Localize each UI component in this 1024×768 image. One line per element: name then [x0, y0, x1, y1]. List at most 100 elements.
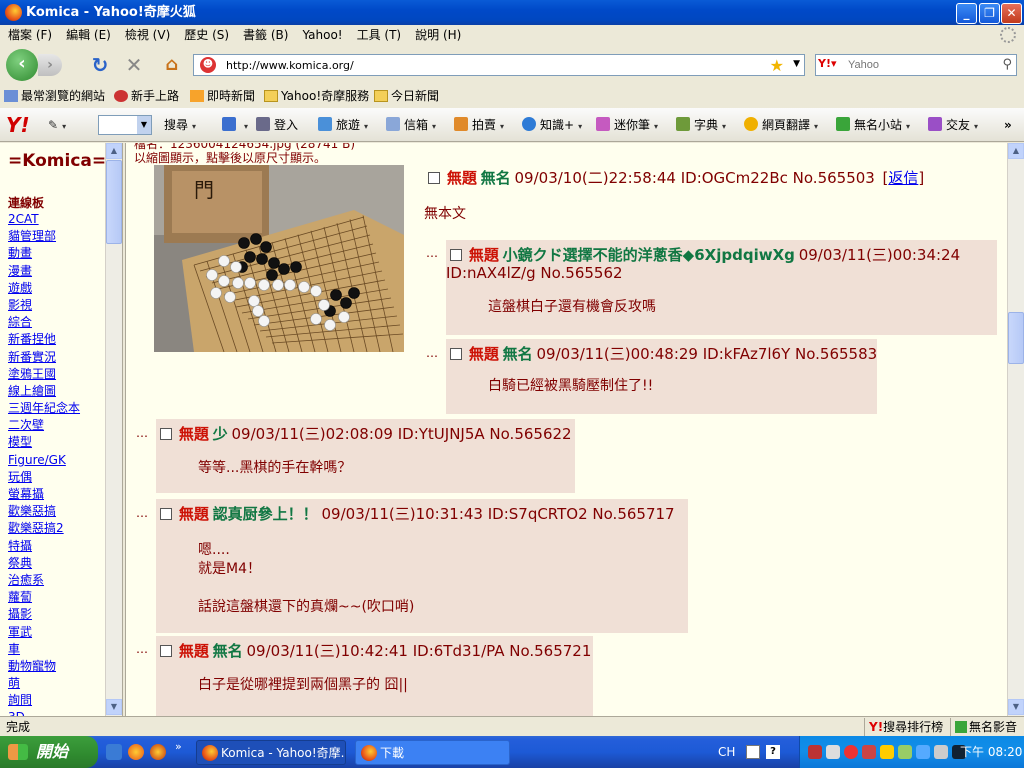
maximize-button[interactable]: ❐: [979, 3, 1000, 24]
delete-checkbox[interactable]: [160, 428, 172, 440]
board-link[interactable]: 二次壁: [8, 418, 44, 432]
left-scrollbar[interactable]: ▲ ▼: [105, 143, 122, 716]
board-link[interactable]: 祭典: [8, 556, 32, 570]
board-link[interactable]: 新番捏他: [8, 332, 56, 346]
yahoo-logo[interactable]: Y!: [6, 108, 30, 142]
search-icon[interactable]: ⚲: [1002, 57, 1012, 72]
board-link[interactable]: 玩偶: [8, 470, 32, 484]
ytb-mail[interactable]: 信箱 ▾: [386, 108, 436, 144]
ime-icon[interactable]: [746, 745, 760, 759]
board-link[interactable]: 綜合: [8, 315, 32, 329]
board-link[interactable]: 蘿蔔: [8, 590, 32, 604]
status-wretch-video[interactable]: 無名影音: [950, 718, 1017, 736]
board-link[interactable]: 2CAT: [8, 212, 39, 226]
tray-app-icon[interactable]: [898, 745, 912, 759]
main-scrollbar[interactable]: ▲ ▼: [1007, 143, 1024, 716]
bookmark-getting-started[interactable]: 新手上路: [114, 85, 179, 107]
task-downloads-window[interactable]: 下載: [355, 740, 510, 765]
menu-edit[interactable]: 編輯 (E): [66, 28, 111, 42]
quicklaunch-more-icon[interactable]: »: [175, 740, 182, 753]
start-button[interactable]: 開始: [0, 736, 98, 768]
browser-quicklaunch-icon[interactable]: [150, 744, 166, 760]
bookmark-latest-news[interactable]: 即時新聞: [190, 85, 255, 107]
yahoo-search-combo[interactable]: ▼: [98, 115, 152, 135]
tray-app-icon[interactable]: [844, 745, 858, 759]
ytb-dictionary[interactable]: 字典 ▾: [676, 108, 726, 144]
board-link[interactable]: 軍武: [8, 625, 32, 639]
board-link[interactable]: 漫畫: [8, 264, 32, 278]
delete-checkbox[interactable]: [450, 249, 462, 261]
ytb-travel[interactable]: 旅遊 ▾: [318, 108, 368, 144]
home-icon[interactable]: ⌂: [162, 55, 182, 75]
scroll-up-icon[interactable]: ▲: [1008, 143, 1024, 159]
back-button[interactable]: ‹: [6, 49, 38, 81]
chevron-down-icon[interactable]: ▼: [137, 116, 151, 134]
language-indicator[interactable]: CH: [718, 736, 735, 768]
board-link[interactable]: 歡樂惡搞: [8, 504, 56, 518]
tray-app-icon[interactable]: [862, 745, 876, 759]
delete-checkbox[interactable]: [160, 508, 172, 520]
tray-app-icon[interactable]: [826, 745, 840, 759]
tray-app-icon[interactable]: [934, 745, 948, 759]
bookmark-most-visited[interactable]: 最常瀏覽的網站: [4, 85, 105, 107]
search-bar[interactable]: Y!▾ ⚲: [815, 54, 1017, 76]
clock[interactable]: 下午 08:20: [960, 736, 1022, 768]
reload-icon[interactable]: ↻: [90, 55, 110, 75]
delete-checkbox[interactable]: [428, 172, 440, 184]
ytb-translate[interactable]: 網頁翻譯 ▾: [744, 108, 818, 144]
stop-icon[interactable]: ✕: [124, 55, 144, 75]
scroll-thumb[interactable]: [106, 160, 122, 244]
board-link[interactable]: 萌: [8, 676, 20, 690]
bookmark-todays-news[interactable]: 今日新聞: [374, 85, 439, 107]
board-link[interactable]: 特攝: [8, 539, 32, 553]
forward-button[interactable]: ›: [38, 54, 62, 76]
board-link[interactable]: 動畫: [8, 246, 32, 260]
board-link[interactable]: 三週年紀念本: [8, 401, 80, 415]
board-link[interactable]: 螢幕攝: [8, 487, 44, 501]
menu-yahoo[interactable]: Yahoo!: [302, 28, 342, 42]
menu-tools[interactable]: 工具 (T): [357, 28, 402, 42]
ytb-auction[interactable]: 拍賣 ▾: [454, 108, 504, 144]
search-engine-icon[interactable]: Y!▾: [818, 57, 846, 73]
board-link[interactable]: 攝影: [8, 607, 32, 621]
reply-link[interactable]: 返信: [888, 169, 918, 187]
board-link[interactable]: 貓管理部: [8, 229, 56, 243]
tray-app-icon[interactable]: [880, 745, 894, 759]
firefox-quicklaunch-icon[interactable]: [128, 744, 144, 760]
board-link[interactable]: 車: [8, 642, 20, 656]
scroll-down-icon[interactable]: ▼: [106, 699, 122, 715]
search-input[interactable]: [848, 57, 988, 73]
board-link[interactable]: 模型: [8, 435, 32, 449]
bookmark-yahoo-services[interactable]: Yahoo!奇摩服務: [264, 85, 369, 107]
board-link[interactable]: 動物寵物: [8, 659, 56, 673]
delete-checkbox[interactable]: [450, 348, 462, 360]
close-button[interactable]: ✕: [1001, 3, 1022, 24]
menu-bookmarks[interactable]: 書籤 (B): [243, 28, 288, 42]
board-link[interactable]: 詢問: [8, 693, 32, 707]
tray-app-icon[interactable]: [808, 745, 822, 759]
pencil-icon[interactable]: ✎ ▾: [48, 108, 66, 144]
ytb-search[interactable]: 搜尋 ▾: [164, 108, 196, 144]
board-link[interactable]: 影視: [8, 298, 32, 312]
board-link[interactable]: 遊戲: [8, 281, 32, 295]
url-bar[interactable]: ☻ ★ ▼: [193, 54, 805, 76]
bookmark-star-icon[interactable]: ★: [770, 56, 784, 75]
url-input[interactable]: [226, 57, 756, 73]
ytb-dating[interactable]: 交友 ▾: [928, 108, 978, 144]
minimize-button[interactable]: _: [956, 3, 977, 24]
show-desktop-icon[interactable]: [106, 744, 122, 760]
board-link[interactable]: 線上繪圖: [8, 384, 56, 398]
go-board-thumbnail[interactable]: ⾨: [154, 165, 404, 352]
delete-checkbox[interactable]: [160, 645, 172, 657]
ytb-knowledge[interactable]: 知識+ ▾: [522, 108, 582, 144]
ytb-login[interactable]: 登入: [256, 108, 298, 142]
scroll-down-icon[interactable]: ▼: [1008, 699, 1024, 715]
scroll-thumb[interactable]: [1008, 312, 1024, 364]
ytb-shield[interactable]: ▾: [222, 108, 248, 144]
help-icon[interactable]: ?: [766, 745, 780, 759]
menu-file[interactable]: 檔案 (F): [8, 28, 52, 42]
board-link[interactable]: 新番實況: [8, 350, 56, 364]
menu-help[interactable]: 說明 (H): [415, 28, 461, 42]
status-search-ranking[interactable]: Y!搜尋排行榜: [864, 718, 943, 736]
tray-app-icon[interactable]: [916, 745, 930, 759]
